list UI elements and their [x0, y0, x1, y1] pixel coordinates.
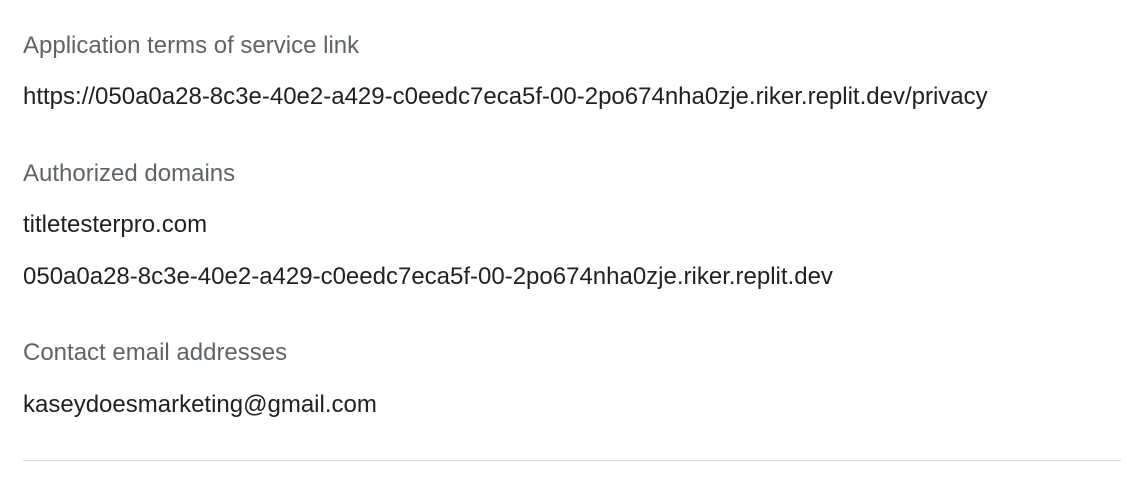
contact-emails-label: Contact email addresses — [23, 339, 288, 366]
authorized-domains-label: Authorized domains — [23, 160, 236, 187]
section-divider — [23, 460, 1121, 461]
terms-of-service-label: Application terms of service link — [23, 32, 360, 59]
contact-email-item: kaseydoesmarketing@gmail.com — [23, 391, 377, 418]
terms-of-service-url: https://050a0a28-8c3e-40e2-a429-c0eedc7e… — [23, 83, 988, 110]
authorized-domain-item: titletesterpro.com — [23, 211, 208, 238]
authorized-domain-item: 050a0a28-8c3e-40e2-a429-c0eedc7eca5f-00-… — [23, 263, 833, 290]
